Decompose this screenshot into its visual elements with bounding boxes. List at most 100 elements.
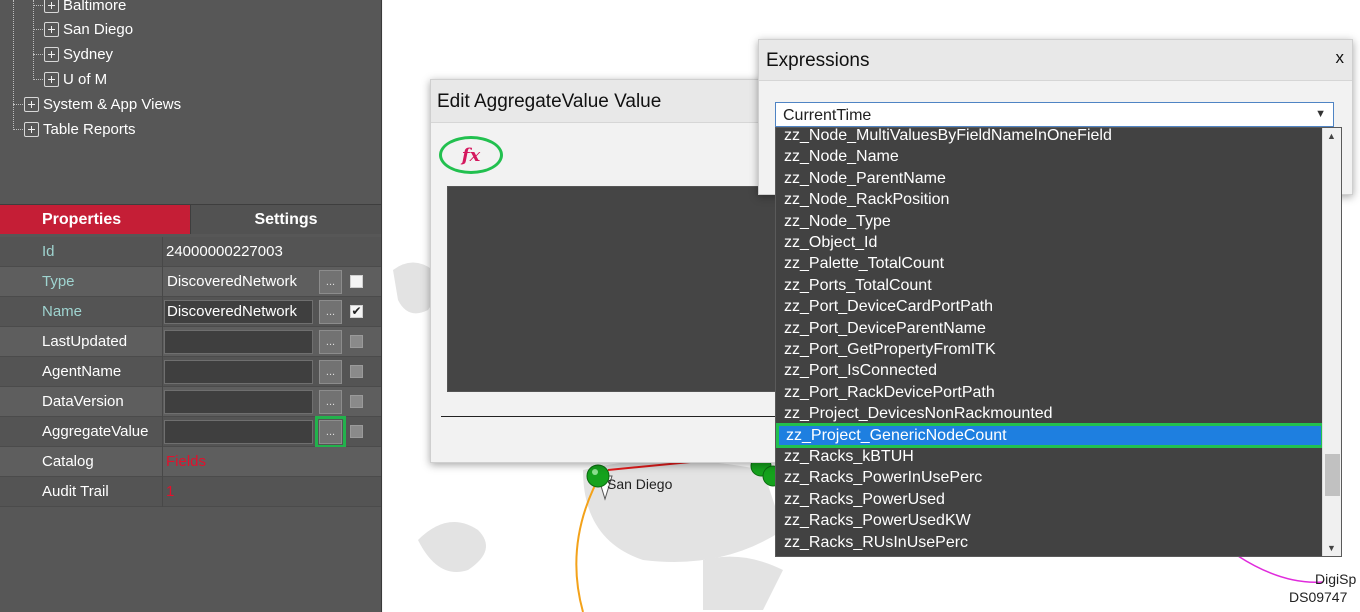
agentname-checkbox[interactable] xyxy=(350,365,363,378)
left-panel: Baltimore San Diego Sydney U of M System… xyxy=(0,0,382,612)
expand-icon[interactable] xyxy=(24,96,39,112)
aggregatevalue-field[interactable] xyxy=(164,420,313,444)
expand-icon[interactable] xyxy=(24,121,39,137)
map-label-digisp: DigiSp xyxy=(1315,571,1357,587)
dropdown-option[interactable]: zz_Port_DeviceCardPortPath xyxy=(776,296,1322,317)
dropdown-option[interactable]: zz_Port_RackDevicePortPath xyxy=(776,382,1322,403)
type-checkbox[interactable] xyxy=(350,275,363,288)
expand-icon[interactable] xyxy=(44,46,59,62)
expand-icon[interactable] xyxy=(44,71,59,87)
dropdown-option[interactable]: zz_Racks_RUsInUsePerc xyxy=(776,532,1322,553)
landmass xyxy=(703,556,783,610)
property-value: 24000000227003 xyxy=(166,243,283,260)
scroll-up-icon[interactable]: ▲ xyxy=(1327,131,1336,141)
type-edit-button[interactable]: ... xyxy=(319,270,342,294)
dropdown-option[interactable]: zz_Port_GetPropertyFromITK xyxy=(776,339,1322,360)
expression-dropdown-list[interactable]: zz_Node_MultiValuesByFieldNameInOneField… xyxy=(775,127,1342,557)
lastupdated-field[interactable] xyxy=(164,330,313,354)
name-field[interactable]: DiscoveredNetwork xyxy=(164,300,313,324)
tree-item-table-reports[interactable]: Table Reports xyxy=(24,118,136,140)
tree-connector xyxy=(13,0,14,130)
tree-item-label: System & App Views xyxy=(43,95,182,113)
connection-line xyxy=(1237,555,1324,584)
catalog-link[interactable]: Fields xyxy=(166,453,206,470)
tree-connector xyxy=(13,129,23,130)
property-label: AggregateValue xyxy=(42,423,149,440)
dropdown-option[interactable]: zz_Palette_TotalCount xyxy=(776,253,1322,274)
property-label: Name xyxy=(42,303,83,320)
property-label: Type xyxy=(42,273,75,290)
tree-item-system-app-views[interactable]: System & App Views xyxy=(24,93,181,115)
tree-item-sydney[interactable]: Sydney xyxy=(44,43,113,65)
tree-item-u-of-m[interactable]: U of M xyxy=(44,68,107,90)
dropdown-option[interactable]: zz_Ports_TotalCount xyxy=(776,275,1322,296)
aggregatevalue-checkbox[interactable] xyxy=(350,425,363,438)
dropdown-option-selected[interactable]: zz_Project_GenericNodeCount xyxy=(776,422,1324,448)
dropdown-option[interactable]: zz_Racks_kBTUH xyxy=(776,446,1322,467)
dropdown-option[interactable]: zz_Node_Type xyxy=(776,211,1322,232)
dropdown-option[interactable]: zz_Port_DeviceParentName xyxy=(776,318,1322,339)
dropdown-option[interactable]: zz_Racks_RUsUsed xyxy=(776,553,1322,556)
tree-item-label: Sydney xyxy=(63,45,114,63)
tree-item-san-diego[interactable]: San Diego xyxy=(44,18,133,40)
dropdown-option[interactable]: zz_Project_DevicesNonRackmounted xyxy=(776,403,1322,424)
chevron-down-icon[interactable]: ▼ xyxy=(1315,108,1326,120)
property-label: LastUpdated xyxy=(42,333,128,350)
expand-icon[interactable] xyxy=(44,21,59,37)
name-checkbox[interactable]: ✔ xyxy=(350,305,363,318)
divider xyxy=(441,416,781,417)
dataversion-checkbox[interactable] xyxy=(350,395,363,408)
tree-connector xyxy=(33,54,43,55)
tab-settings[interactable]: Settings xyxy=(190,205,381,234)
dropdown-option[interactable]: zz_Object_Id xyxy=(776,232,1322,253)
dataversion-edit-button[interactable]: ... xyxy=(319,390,342,414)
name-edit-button[interactable]: ... xyxy=(319,300,342,324)
lastupdated-edit-button[interactable]: ... xyxy=(319,330,342,354)
tree-item-label: Table Reports xyxy=(43,120,136,138)
function-button[interactable]: fx xyxy=(439,136,503,174)
scrollbar[interactable]: ▲ ▼ xyxy=(1322,128,1341,556)
selected-value: CurrentTime xyxy=(783,107,872,124)
expression-editor[interactable] xyxy=(447,186,787,392)
property-row-catalog: Catalog Fields xyxy=(0,447,381,477)
lastupdated-checkbox[interactable] xyxy=(350,335,363,348)
dropdown-option[interactable]: zz_Racks_PowerUsed xyxy=(776,489,1322,510)
tree-item-baltimore[interactable]: Baltimore xyxy=(44,0,126,16)
dropdown-option[interactable]: zz_Node_ParentName xyxy=(776,168,1322,189)
audit-trail-link[interactable]: 1 xyxy=(166,483,174,500)
property-row-dataversion: DataVersion ... xyxy=(0,387,381,417)
scroll-down-icon[interactable]: ▼ xyxy=(1327,543,1336,553)
column-divider xyxy=(162,237,163,507)
dropdown-option[interactable]: zz_Port_IsConnected xyxy=(776,360,1322,381)
map-label-san-diego: San Diego xyxy=(607,476,673,492)
close-button[interactable]: x xyxy=(1336,48,1345,68)
tab-properties[interactable]: Properties xyxy=(0,205,190,234)
dropdown-option[interactable]: zz_Node_MultiValuesByFieldNameInOneField xyxy=(776,128,1322,146)
dropdown-option[interactable]: zz_Node_RackPosition xyxy=(776,189,1322,210)
property-label: AgentName xyxy=(42,363,122,380)
type-field[interactable]: DiscoveredNetwork xyxy=(164,270,313,294)
dataversion-field[interactable] xyxy=(164,390,313,414)
map-label-ds0974: DS09747 xyxy=(1289,589,1348,605)
tree-connector xyxy=(33,5,43,6)
landmass xyxy=(418,522,486,572)
panel-tabs: Properties Settings xyxy=(0,204,381,234)
aggregatevalue-edit-button[interactable]: ... xyxy=(315,416,346,448)
fx-icon: fx xyxy=(461,144,481,166)
expand-icon[interactable] xyxy=(44,0,59,13)
dropdown-option[interactable]: zz_Racks_PowerUsedKW xyxy=(776,510,1322,531)
dialog-title[interactable]: Expressions xyxy=(759,40,1352,81)
tree-connector xyxy=(33,79,43,80)
dropdown-option[interactable]: zz_Racks_PowerInUsePerc xyxy=(776,467,1322,488)
tree-connector xyxy=(33,29,43,30)
property-row-name: Name DiscoveredNetwork ... ✔ xyxy=(0,297,381,327)
property-label: Id xyxy=(42,243,55,260)
dropdown-option[interactable]: zz_Node_Name xyxy=(776,146,1322,167)
tree-connector xyxy=(13,104,23,105)
agentname-edit-button[interactable]: ... xyxy=(319,360,342,384)
tree-item-label: San Diego xyxy=(63,20,134,38)
agentname-field[interactable] xyxy=(164,360,313,384)
expression-select[interactable]: CurrentTime ▼ xyxy=(775,102,1334,127)
tree-connector xyxy=(33,0,34,80)
scrollbar-thumb[interactable] xyxy=(1325,454,1340,496)
